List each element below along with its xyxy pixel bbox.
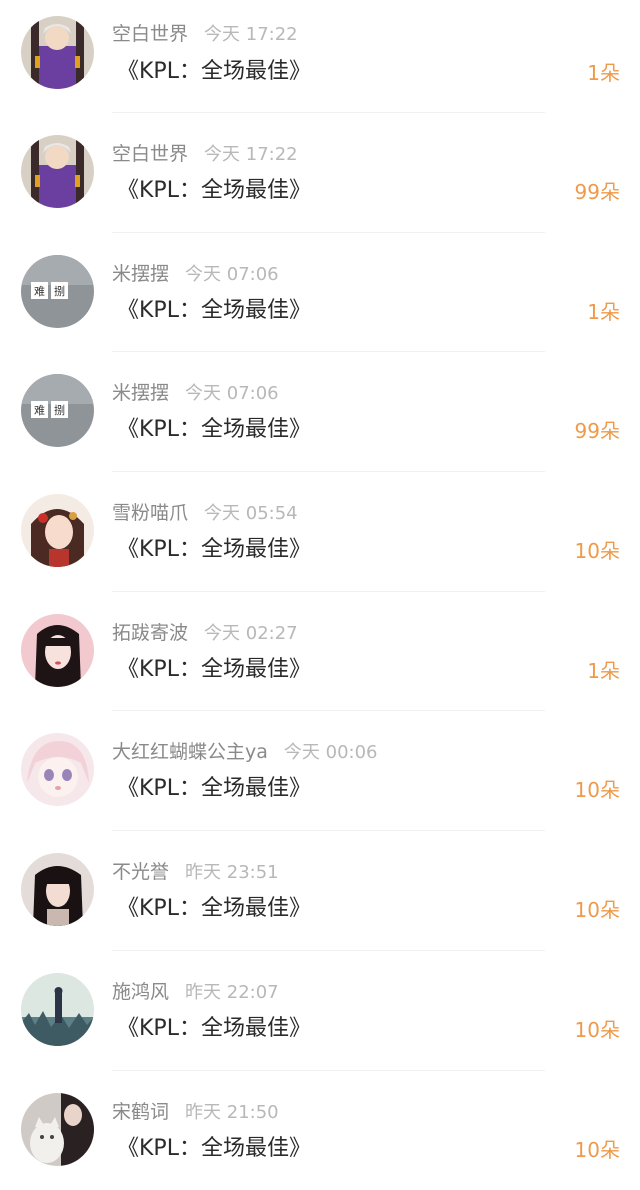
user-name[interactable]: 米摆摆 xyxy=(112,263,169,285)
list-item[interactable]: 大红红蝴蝶公主ya 今天 00:06 《KPL：全场最佳》 10朵 xyxy=(0,711,640,831)
name-line: 宋鹤词昨天 21:50 xyxy=(112,1100,279,1125)
list-item[interactable]: 不光誉昨天 23:51 《KPL：全场最佳》 10朵 xyxy=(0,831,640,951)
gift-title: 《KPL：全场最佳》 xyxy=(117,297,311,325)
gift-title: 《KPL：全场最佳》 xyxy=(117,656,311,684)
gift-amount: 10朵 xyxy=(575,1016,620,1044)
user-name[interactable]: 拓跋寄波 xyxy=(112,622,188,644)
user-name[interactable]: 空白世界 xyxy=(112,23,188,45)
list-item[interactable]: 难 捌 米摆摆今天 07:06 《KPL：全场最佳》 1朵 xyxy=(0,233,640,353)
avatar[interactable] xyxy=(21,494,94,567)
avatar-gray-stamp-icon: 难 捌 xyxy=(21,255,94,328)
gift-amount: 99朵 xyxy=(575,178,620,206)
list-item[interactable]: 难 捌 米摆摆今天 07:06 《KPL：全场最佳》 99朵 xyxy=(0,352,640,472)
gift-amount: 1朵 xyxy=(587,657,620,685)
svg-text:难: 难 xyxy=(34,285,45,298)
gift-amount: 99朵 xyxy=(575,417,620,445)
name-line: 米摆摆今天 07:06 xyxy=(112,381,279,406)
name-line: 拓跋寄波今天 02:27 xyxy=(112,621,298,646)
gift-amount: 10朵 xyxy=(575,1136,620,1164)
gift-amount: 1朵 xyxy=(587,59,620,87)
name-line: 空白世界今天 17:22 xyxy=(112,22,298,47)
timestamp: 今天 05:54 xyxy=(204,503,298,524)
gift-amount: 1朵 xyxy=(587,298,620,326)
name-line: 空白世界今天 17:22 xyxy=(112,142,298,167)
avatar-field-girl-icon xyxy=(21,973,94,1046)
user-name[interactable]: 雪粉喵爪 xyxy=(112,502,188,524)
list-item[interactable]: 雪粉喵爪今天 05:54 《KPL：全场最佳》 10朵 xyxy=(0,472,640,592)
name-line: 施鸿风昨天 22:07 xyxy=(112,980,279,1005)
gift-amount: 10朵 xyxy=(575,537,620,565)
list-item[interactable]: 拓跋寄波今天 02:27 《KPL：全场最佳》 1朵 xyxy=(0,592,640,712)
timestamp: 昨天 22:07 xyxy=(185,982,279,1003)
name-line: 雪粉喵爪今天 05:54 xyxy=(112,501,298,526)
avatar[interactable] xyxy=(21,1093,94,1166)
avatar[interactable] xyxy=(21,614,94,687)
svg-text:难: 难 xyxy=(34,404,45,417)
avatar-painted-girl-icon xyxy=(21,494,94,567)
list-item[interactable]: 宋鹤词昨天 21:50 《KPL：全场最佳》 10朵 xyxy=(0,1071,640,1190)
gift-amount: 10朵 xyxy=(575,776,620,804)
user-name[interactable]: 空白世界 xyxy=(112,143,188,165)
gift-title: 《KPL：全场最佳》 xyxy=(117,775,311,803)
avatar-dark-hair-girl-icon xyxy=(21,853,94,926)
gift-title: 《KPL：全场最佳》 xyxy=(117,177,311,205)
user-name[interactable]: 施鸿风 xyxy=(112,981,169,1003)
avatar[interactable]: 难 捌 xyxy=(21,255,94,328)
avatar[interactable] xyxy=(21,733,94,806)
avatar[interactable] xyxy=(21,853,94,926)
timestamp: 今天 00:06 xyxy=(284,742,378,763)
avatar-anime-purple-icon xyxy=(21,135,94,208)
timestamp: 今天 07:06 xyxy=(185,264,279,285)
avatar[interactable] xyxy=(21,16,94,89)
avatar-pink-girl-icon xyxy=(21,614,94,687)
timestamp: 昨天 23:51 xyxy=(185,862,279,883)
gift-title: 《KPL：全场最佳》 xyxy=(117,1015,311,1043)
avatar-anime-pastel-icon xyxy=(21,733,94,806)
list-item[interactable]: 空白世界今天 17:22 《KPL：全场最佳》 1朵 xyxy=(0,0,640,113)
gift-title: 《KPL：全场最佳》 xyxy=(117,416,311,444)
user-name[interactable]: 不光誉 xyxy=(112,861,169,883)
timestamp: 今天 02:27 xyxy=(204,623,298,644)
list-item[interactable]: 空白世界今天 17:22 《KPL：全场最佳》 99朵 xyxy=(0,113,640,233)
gift-title: 《KPL：全场最佳》 xyxy=(117,58,311,86)
name-line: 不光誉昨天 23:51 xyxy=(112,860,279,885)
gift-title: 《KPL：全场最佳》 xyxy=(117,895,311,923)
list-item[interactable]: 施鸿风昨天 22:07 《KPL：全场最佳》 10朵 xyxy=(0,951,640,1071)
timestamp: 今天 17:22 xyxy=(204,144,298,165)
avatar-gray-stamp-icon: 难 捌 xyxy=(21,374,94,447)
gift-amount: 10朵 xyxy=(575,896,620,924)
user-name[interactable]: 宋鹤词 xyxy=(112,1101,169,1123)
avatar[interactable] xyxy=(21,135,94,208)
name-line: 米摆摆今天 07:06 xyxy=(112,262,279,287)
svg-text:捌: 捌 xyxy=(54,403,65,417)
user-name[interactable]: 大红红蝴蝶公主ya xyxy=(112,741,268,763)
gift-title: 《KPL：全场最佳》 xyxy=(117,536,311,564)
timestamp: 今天 07:06 xyxy=(185,383,279,404)
name-line: 大红红蝴蝶公主ya 今天 00:06 xyxy=(112,740,378,765)
avatar[interactable]: 难 捌 xyxy=(21,374,94,447)
avatar[interactable] xyxy=(21,973,94,1046)
gift-title: 《KPL：全场最佳》 xyxy=(117,1135,311,1163)
svg-text:捌: 捌 xyxy=(54,284,65,298)
avatar-cat-photo-icon xyxy=(21,1093,94,1166)
gift-record-list: 空白世界今天 17:22 《KPL：全场最佳》 1朵 空白世界今天 17:22 … xyxy=(0,0,640,1190)
timestamp: 昨天 21:50 xyxy=(185,1102,279,1123)
avatar-anime-purple-icon xyxy=(21,16,94,89)
user-name[interactable]: 米摆摆 xyxy=(112,382,169,404)
timestamp: 今天 17:22 xyxy=(204,24,298,45)
